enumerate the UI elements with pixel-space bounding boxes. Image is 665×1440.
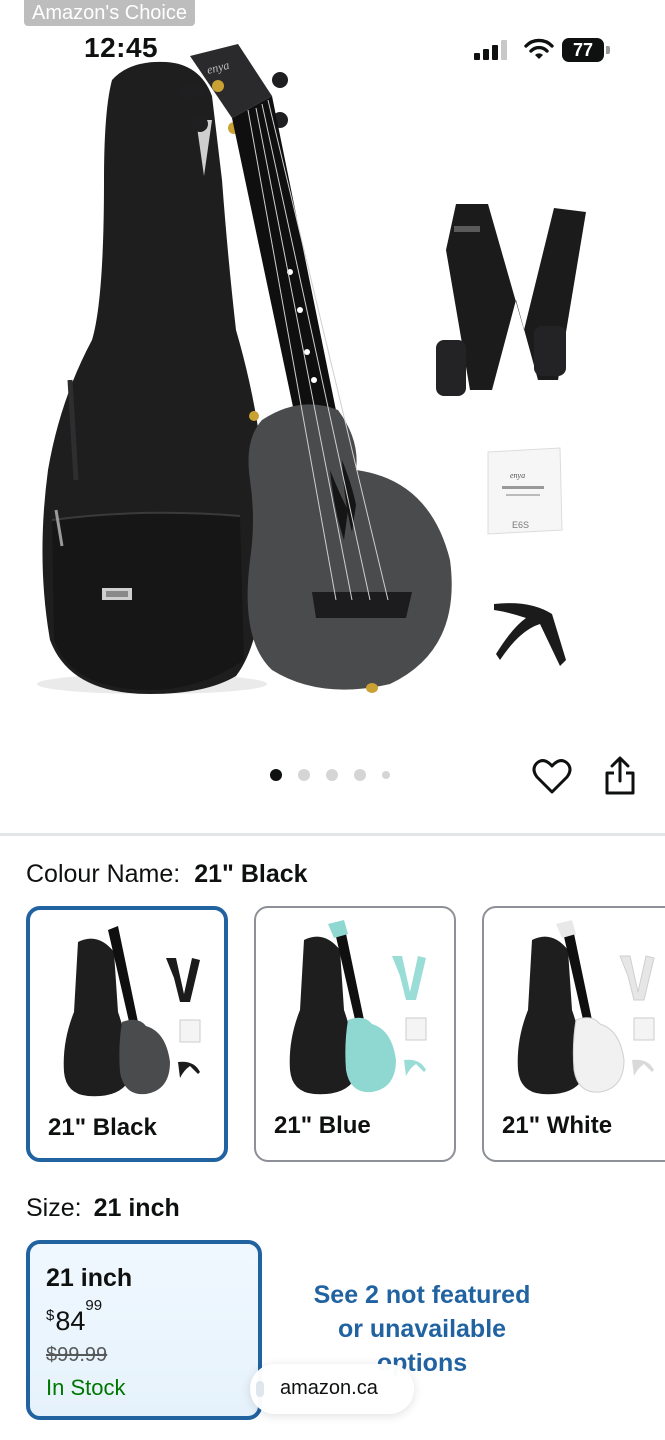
- colour-option-label: 21" Blue: [274, 1112, 371, 1139]
- share-icon[interactable]: [602, 755, 638, 797]
- capo: [494, 603, 566, 666]
- size-label: Size: 21 inch: [26, 1194, 180, 1222]
- size-option-name: 21 inch: [46, 1264, 133, 1292]
- colour-option-black[interactable]: 21" Black: [26, 906, 228, 1162]
- carousel-dot[interactable]: [326, 769, 338, 781]
- amazons-choice-badge: Amazon's Choice: [24, 0, 195, 26]
- price-fraction: 99: [85, 1297, 103, 1314]
- strings-pack: enya E6S: [487, 447, 563, 535]
- colour-option-thumbnail: [517, 920, 655, 1095]
- svg-text:enya: enya: [510, 471, 525, 480]
- heart-icon[interactable]: [531, 757, 573, 797]
- price-whole: 84: [55, 1306, 86, 1336]
- price: $8499: [46, 1297, 102, 1337]
- list-price: $99.99: [46, 1344, 108, 1366]
- url-text: amazon.ca: [280, 1377, 378, 1399]
- colour-option-thumbnail: [63, 926, 201, 1097]
- colour-option-white[interactable]: 21" White: [482, 906, 665, 1162]
- colour-selected-value: 21" Black: [194, 860, 308, 888]
- carousel-dot[interactable]: [298, 769, 310, 781]
- colour-name-label: Colour Name: 21" Black: [26, 860, 308, 888]
- colour-option-thumbnail: [289, 920, 427, 1095]
- carousel-dot[interactable]: [382, 771, 390, 779]
- carousel-dot[interactable]: [354, 769, 366, 781]
- carousel-dot[interactable]: [270, 769, 282, 781]
- gig-bag: [37, 61, 267, 695]
- size-selected-value: 21 inch: [93, 1194, 180, 1222]
- carousel-dots[interactable]: [270, 768, 400, 782]
- size-option-21-inch[interactable]: 21 inch $8499 $99.99 In Stock: [26, 1240, 262, 1420]
- product-image[interactable]: enya enya E6S: [0, 40, 665, 720]
- browser-url-bar[interactable]: amazon.ca: [250, 1364, 414, 1414]
- price-currency: $: [46, 1307, 55, 1324]
- strap: [436, 204, 586, 396]
- section-divider: [0, 833, 665, 836]
- stock-status: In Stock: [46, 1375, 126, 1400]
- colour-option-blue[interactable]: 21" Blue: [254, 906, 456, 1162]
- colour-option-label: 21" White: [502, 1112, 613, 1139]
- colour-option-label: 21" Black: [48, 1114, 157, 1141]
- svg-text:E6S: E6S: [512, 520, 529, 530]
